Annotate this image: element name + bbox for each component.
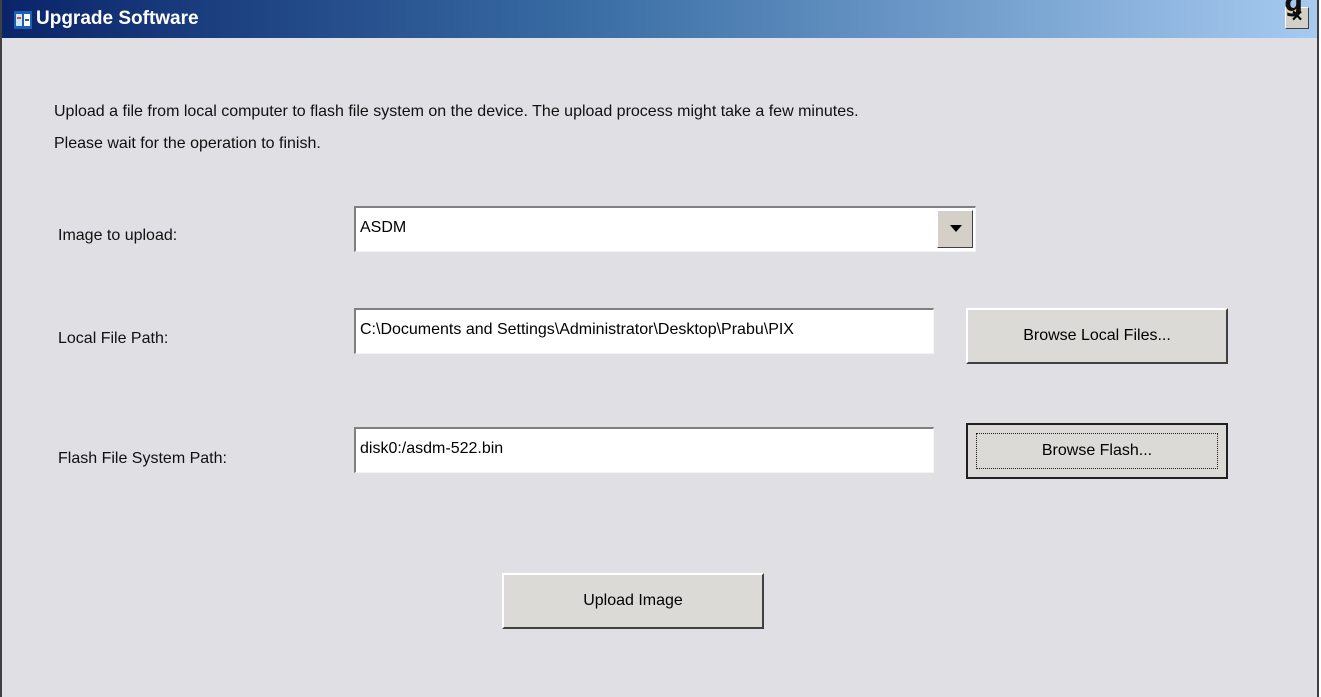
dialog-title: Upgrade Software: [36, 8, 199, 29]
flash-file-path-value: disk0:/asdm-522.bin: [360, 440, 504, 457]
image-to-upload-label: Image to upload:: [58, 227, 178, 244]
app-icon: [14, 11, 32, 29]
local-file-path-input[interactable]: C:\Documents and Settings\Administrator\…: [354, 308, 934, 354]
local-file-path-label: Local File Path:: [58, 330, 169, 347]
upgrade-software-dialog: Upgrade Software × ɡ Upload a file from …: [0, 0, 1319, 697]
flash-file-path-input[interactable]: disk0:/asdm-522.bin: [354, 427, 934, 473]
browse-local-files-button[interactable]: Browse Local Files...: [966, 308, 1228, 364]
image-to-upload-select[interactable]: ASDM: [354, 206, 976, 252]
focus-rectangle: Browse Flash...: [976, 433, 1218, 469]
image-to-upload-value: ASDM: [360, 219, 407, 236]
browse-flash-label: Browse Flash...: [1041, 442, 1153, 459]
browse-flash-button[interactable]: Browse Flash...: [966, 423, 1228, 479]
dropdown-button[interactable]: [937, 210, 973, 248]
chevron-down-icon: [950, 225, 962, 232]
local-file-path-value: C:\Documents and Settings\Administrator\…: [360, 321, 794, 338]
upload-image-label: Upload Image: [583, 592, 683, 609]
browse-local-files-label: Browse Local Files...: [1023, 327, 1171, 344]
description: Upload a file from local computer to fla…: [54, 96, 859, 160]
description-line-1: Upload a file from local computer to fla…: [54, 103, 859, 120]
corner-mark: ɡ: [1284, 0, 1303, 18]
upload-image-button[interactable]: Upload Image: [502, 573, 764, 629]
description-line-2: Please wait for the operation to finish.: [54, 135, 321, 152]
title-bar[interactable]: Upgrade Software ×: [2, 0, 1317, 38]
flash-file-path-label: Flash File System Path:: [58, 450, 227, 467]
